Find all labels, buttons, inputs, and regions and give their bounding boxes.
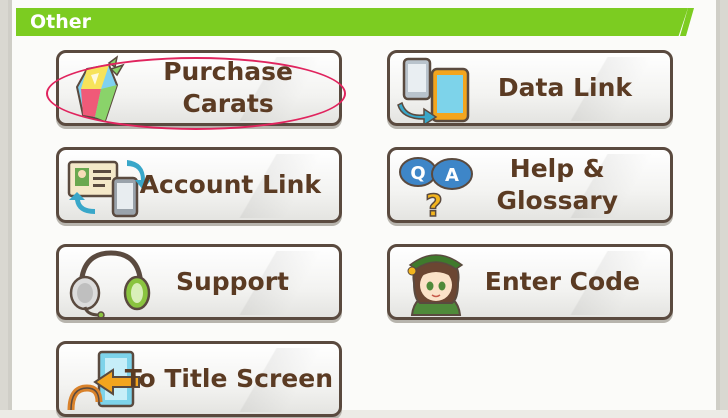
support-label: Support (175, 267, 289, 296)
help-glossary-button[interactable]: Q A ? Help & Glossary (387, 147, 673, 225)
section-header-bar (16, 8, 688, 36)
data-link-button[interactable]: Data Link (387, 50, 673, 127)
to-title-screen-label: To Title Screen (124, 364, 333, 393)
account-link-label: Account Link (139, 170, 321, 199)
enter-code-label: Enter Code (484, 267, 640, 296)
support-button[interactable]: Support (56, 244, 342, 320)
phone-transfer-icon (396, 55, 484, 127)
to-title-screen-button[interactable]: To Title Screen (56, 341, 342, 417)
section-title: Other (30, 11, 92, 33)
enter-code-button[interactable]: Enter Code (387, 244, 673, 320)
data-link-label: Data Link (497, 73, 632, 102)
svg-text:Q: Q (410, 163, 425, 184)
highlight-circle (46, 57, 346, 130)
headset-icon (65, 249, 153, 319)
help-glossary-label: Help & Glossary (496, 154, 618, 215)
qa-bubbles-icon: Q A ? (396, 152, 484, 225)
svg-text:A: A (445, 165, 459, 186)
background-left (0, 0, 8, 410)
svg-text:?: ? (425, 189, 442, 220)
background-right (720, 0, 728, 410)
character-girl-icon (396, 249, 484, 317)
account-link-button[interactable]: Account Link (56, 147, 342, 223)
